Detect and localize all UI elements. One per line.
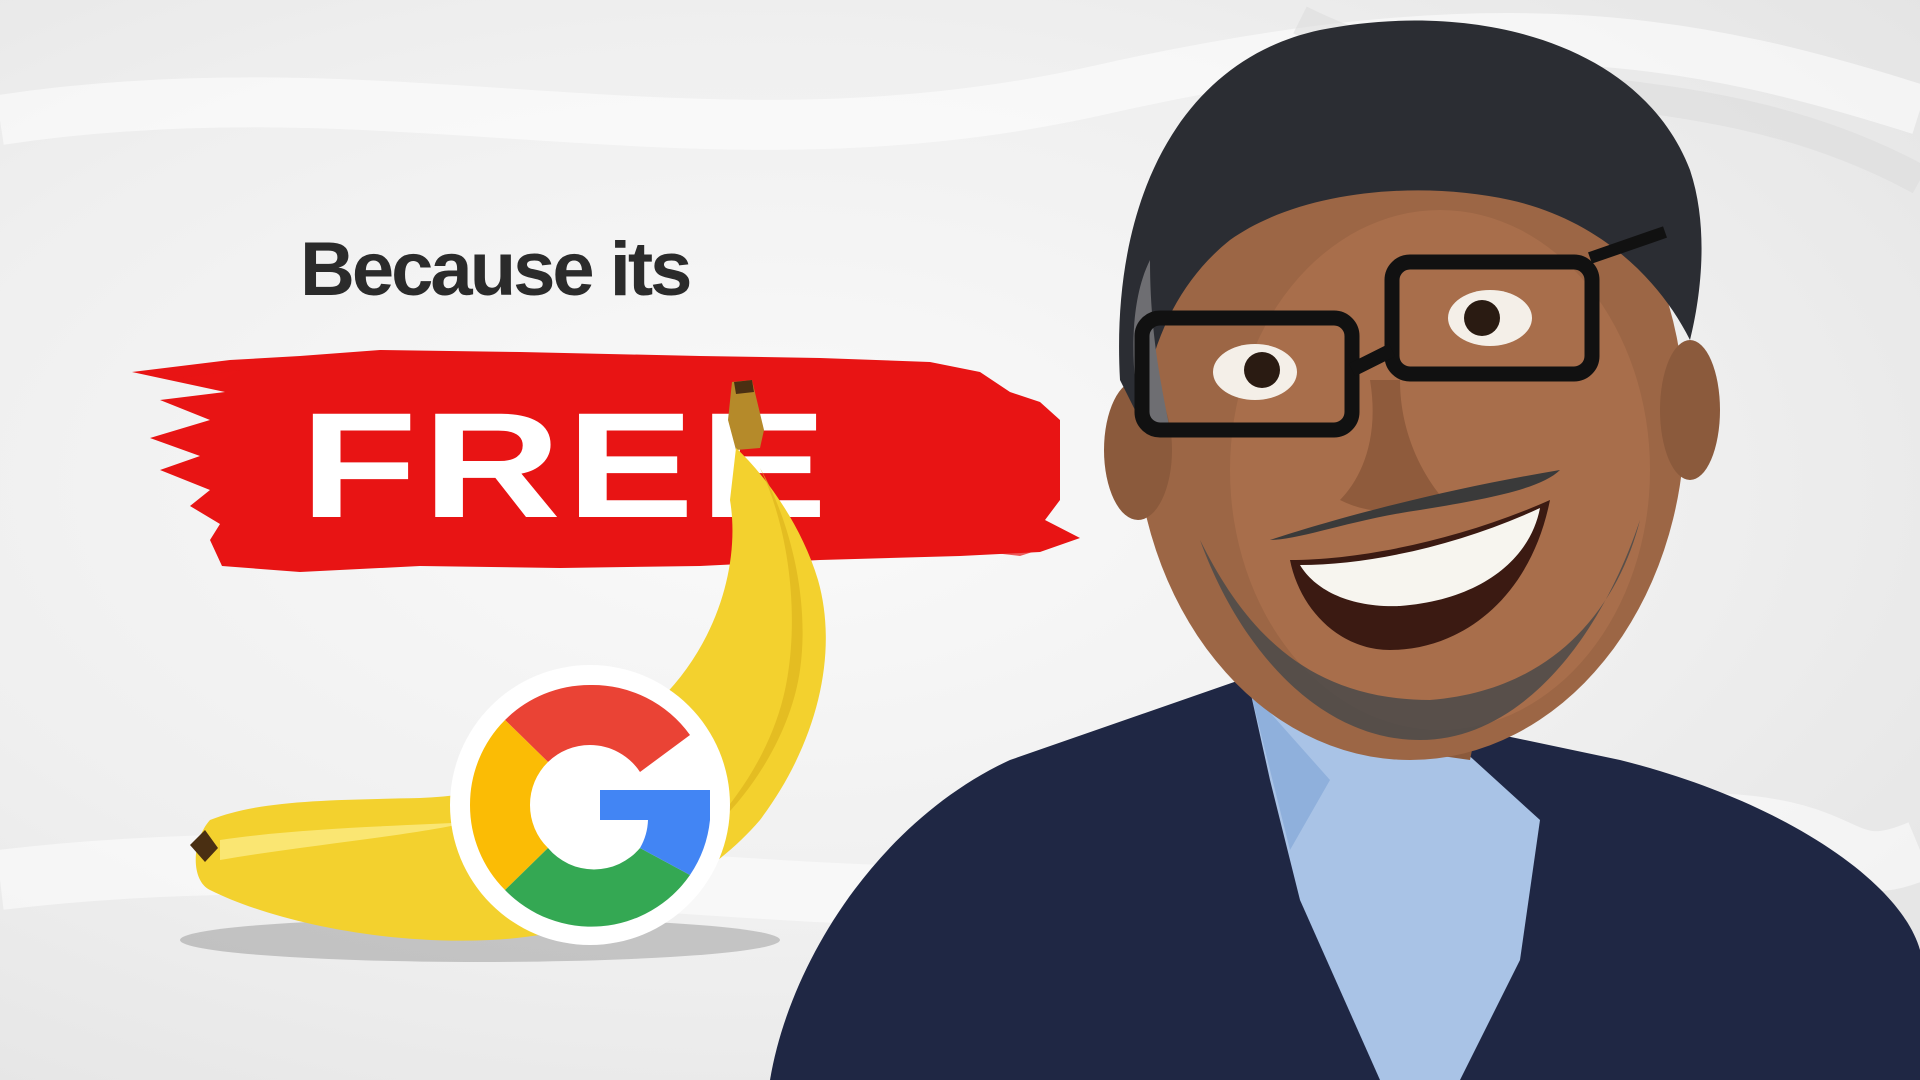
person-photo xyxy=(770,20,1920,1080)
thumbnail-canvas: Because its FREE xyxy=(0,0,1920,1080)
